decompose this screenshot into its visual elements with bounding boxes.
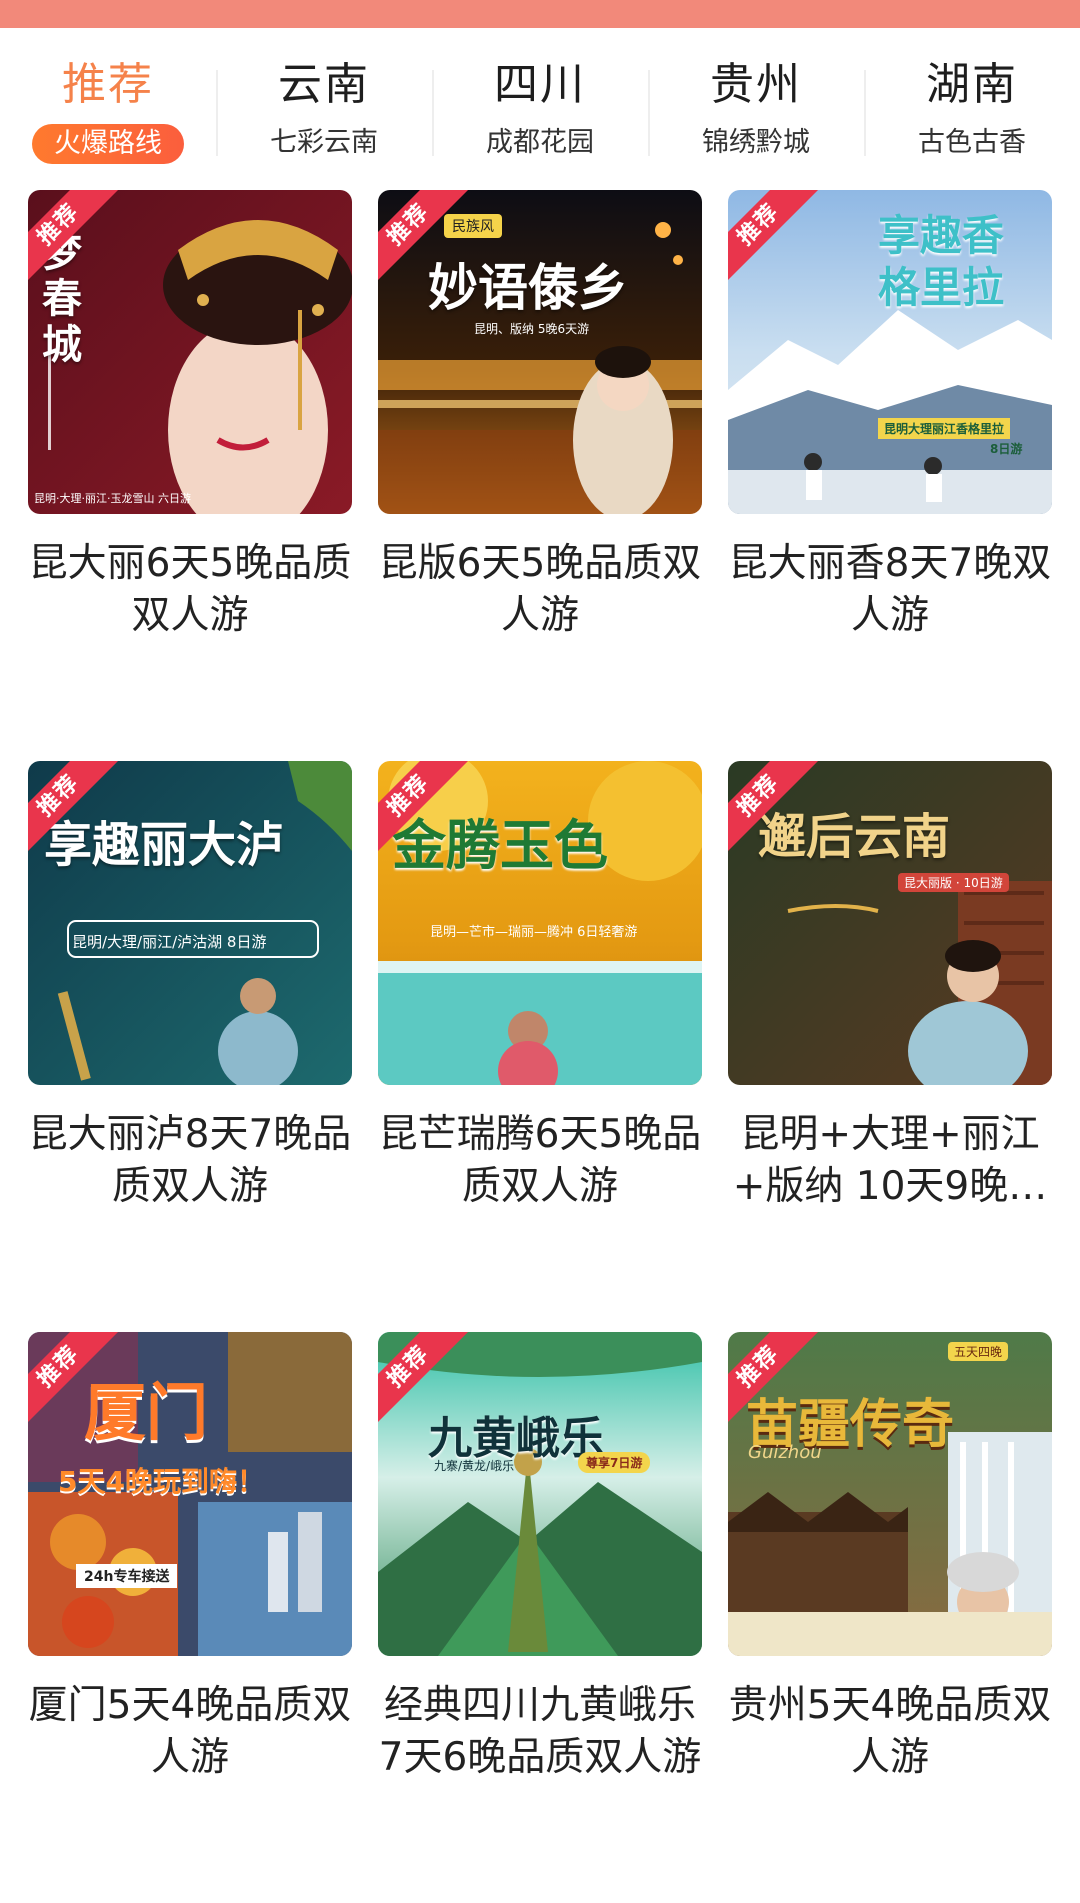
tour-card-title[interactable]: 昆芒瑞腾6天5晚品质双人游: [378, 1109, 702, 1213]
tour-poster-image[interactable]: 邂后云南 昆大丽版 · 10日游 推荐: [728, 761, 1052, 1085]
poster-caption: 昆明—芒市—瑞丽—腾冲 6日轻奢游: [430, 925, 638, 940]
poster-tag: 尊享7日游: [578, 1452, 651, 1473]
tab-yunnan[interactable]: 云南 七彩云南: [216, 28, 432, 178]
tour-poster-image[interactable]: 金腾玉色 昆明—芒市—瑞丽—腾冲 6日轻奢游 推荐: [378, 761, 702, 1085]
tour-poster-image[interactable]: 妙语傣乡 民族风 昆明、版纳 5晚6天游 推荐: [378, 190, 702, 514]
tour-card[interactable]: 享趣香格里拉 昆明大理丽江香格里拉 8日游 推荐 昆大丽香8天7晚双人游: [728, 190, 1052, 761]
tour-card-title[interactable]: 昆大丽6天5晚品质双人游: [28, 538, 352, 642]
tab-hunan[interactable]: 湖南 古色古香: [864, 28, 1080, 178]
poster-illustration: [728, 1332, 1052, 1656]
tab-subtitle: 古色古香: [918, 127, 1026, 158]
poster-tag: 五天四晚: [948, 1342, 1009, 1361]
poster-heading: 妙语傣乡: [428, 258, 628, 317]
poster-caption: 九寨/黄龙/峨乐: [434, 1459, 515, 1473]
poster-heading: 享趣丽大泸: [44, 817, 285, 873]
poster-heading: 厦门: [84, 1376, 209, 1449]
tour-product-grid: 梦春城 昆明·大理·丽江·玉龙雪山 六日游 推荐 昆大丽6天5晚品质双人游 妙语…: [28, 190, 1052, 1903]
tour-card-title[interactable]: 昆明+大理+丽江+版纳 10天9晚品质双人游: [728, 1109, 1052, 1213]
poster-illustration: [378, 190, 702, 514]
tab-subtitle: 七彩云南: [270, 127, 378, 158]
tab-title: 贵州: [710, 59, 802, 110]
poster-illustration: [378, 1332, 702, 1656]
tour-card-title[interactable]: 贵州5天4晚品质双人游: [728, 1680, 1052, 1784]
tour-card[interactable]: 苗疆传奇 Guizhou 五天四晚 推荐 贵州5天4晚品质双人游: [728, 1332, 1052, 1903]
tour-poster-image[interactable]: 享趣丽大泸 昆明/大理/丽江/泸沽湖 8日游 推荐: [28, 761, 352, 1085]
poster-caption: Guizhou: [748, 1442, 822, 1463]
tour-card-title[interactable]: 昆大丽泸8天7晚品质双人游: [28, 1109, 352, 1213]
tour-card-title[interactable]: 昆版6天5晚品质双人游: [378, 538, 702, 642]
tour-poster-image[interactable]: 厦门 5天4晚玩到嗨！ 24h专车接送 推荐: [28, 1332, 352, 1656]
tour-card[interactable]: 邂后云南 昆大丽版 · 10日游 推荐 昆明+大理+丽江+版纳 10天9晚品质双…: [728, 761, 1052, 1332]
poster-heading: 邂后云南: [758, 809, 951, 865]
poster-tag: 8日游: [990, 442, 1023, 456]
tab-sichuan[interactable]: 四川 成都花园: [432, 28, 648, 178]
tour-card-title[interactable]: 经典四川九黄峨乐7天6晚品质双人游: [378, 1680, 702, 1784]
top-strip: [0, 0, 1080, 28]
tab-title: 云南: [278, 59, 370, 110]
tab-recommend[interactable]: 推荐 火爆路线: [0, 28, 216, 178]
tab-title: 推荐: [62, 59, 154, 110]
tour-card[interactable]: 九黄峨乐 九寨/黄龙/峨乐 尊享7日游 推荐 经典四川九黄峨乐7天6晚品质双人游: [378, 1332, 702, 1903]
poster-caption: 昆明、版纳 5晚6天游: [474, 322, 590, 336]
tab-subtitle: 锦绣黔城: [702, 127, 810, 158]
tab-title: 湖南: [926, 59, 1018, 110]
tab-subtitle-badge: 火爆路线: [32, 124, 184, 164]
poster-caption: 昆明大理丽江香格里拉: [878, 418, 1011, 439]
tour-card-title[interactable]: 厦门5天4晚品质双人游: [28, 1680, 352, 1784]
tour-card[interactable]: 妙语傣乡 民族风 昆明、版纳 5晚6天游 推荐 昆版6天5晚品质双人游: [378, 190, 702, 761]
tab-title: 四川: [494, 59, 586, 110]
tour-card[interactable]: 厦门 5天4晚玩到嗨！ 24h专车接送 推荐 厦门5天4晚品质双人游: [28, 1332, 352, 1903]
tour-poster-image[interactable]: 苗疆传奇 Guizhou 五天四晚 推荐: [728, 1332, 1052, 1656]
tab-guizhou[interactable]: 贵州 锦绣黔城: [648, 28, 864, 178]
tour-card[interactable]: 享趣丽大泸 昆明/大理/丽江/泸沽湖 8日游 推荐 昆大丽泸8天7晚品质双人游: [28, 761, 352, 1332]
tour-card[interactable]: 金腾玉色 昆明—芒市—瑞丽—腾冲 6日轻奢游 推荐 昆芒瑞腾6天5晚品质双人游: [378, 761, 702, 1332]
tab-subtitle: 成都花园: [486, 127, 594, 158]
poster-heading: 享趣香格里拉: [878, 211, 1005, 312]
tour-poster-image[interactable]: 梦春城 昆明·大理·丽江·玉龙雪山 六日游 推荐: [28, 190, 352, 514]
poster-caption: 昆大丽版 · 10日游: [898, 873, 1009, 892]
poster-caption: 5天4晚玩到嗨！: [58, 1465, 265, 1498]
poster-caption: 昆明·大理·丽江·玉龙雪山 六日游: [34, 492, 191, 505]
tour-card-title[interactable]: 昆大丽香8天7晚双人游: [728, 538, 1052, 642]
poster-heading: 金腾玉色: [392, 813, 608, 877]
poster-tag: 民族风: [444, 214, 502, 238]
tour-poster-image[interactable]: 享趣香格里拉 昆明大理丽江香格里拉 8日游 推荐: [728, 190, 1052, 514]
region-tab-bar: 推荐 火爆路线 云南 七彩云南 四川 成都花园 贵州 锦绣黔城 湖南 古色古香: [0, 28, 1080, 178]
tour-card[interactable]: 梦春城 昆明·大理·丽江·玉龙雪山 六日游 推荐 昆大丽6天5晚品质双人游: [28, 190, 352, 761]
poster-caption: 昆明/大理/丽江/泸沽湖 8日游: [72, 933, 267, 951]
poster-tag: 24h专车接送: [76, 1564, 178, 1588]
tour-poster-image[interactable]: 九黄峨乐 九寨/黄龙/峨乐 尊享7日游 推荐: [378, 1332, 702, 1656]
